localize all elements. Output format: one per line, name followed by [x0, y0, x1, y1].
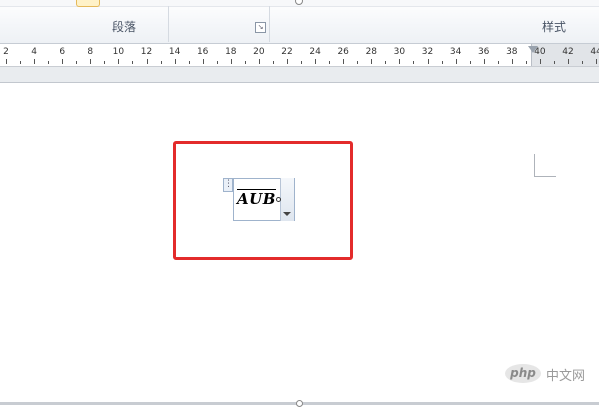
ruler-tick [6, 59, 7, 64]
ruler-label: 16 [196, 47, 209, 57]
ruler-tick [160, 61, 162, 64]
ruler-tick [596, 59, 598, 64]
chevron-down-icon [283, 212, 291, 216]
ruler-tick [62, 59, 64, 64]
ruler-tick [132, 61, 134, 64]
ruler-label: 2 [3, 47, 9, 57]
ruler-tick [301, 61, 303, 64]
ruler-label: 26 [337, 47, 349, 57]
equation-text[interactable]: AUB [237, 190, 276, 208]
ruler-tick [48, 61, 50, 64]
ruler-tick [525, 61, 527, 64]
watermark-text: 中文网 [546, 369, 586, 384]
ruler-tick [188, 61, 190, 64]
ruler-lower-band [0, 67, 599, 83]
ruler-tick [287, 59, 288, 64]
ruler-label: 28 [365, 47, 378, 57]
ruler-scale[interactable]: 2 4 6 8 10 12 14 16 18 20 22 24 26 28 30 32 34 36 38 40 42 44 [0, 44, 599, 67]
php-logo: php [505, 364, 541, 383]
ruler-tick [272, 61, 274, 64]
ruler-label: 30 [393, 47, 406, 57]
ruler-tick [511, 59, 513, 64]
ruler-tick [146, 59, 148, 64]
ruler-tick [258, 59, 260, 64]
ruler-label: 20 [253, 47, 265, 57]
right-indent-marker[interactable] [528, 46, 538, 53]
paragraph-group-label: 段落 [112, 20, 137, 34]
ruler-tick [568, 59, 569, 64]
ruler-label: 10 [112, 47, 125, 57]
ruler-tick [497, 61, 499, 64]
ruler-tick [455, 59, 457, 64]
ruler-tick [399, 59, 401, 64]
ribbon: 段落 ↘ 样式 [0, 0, 599, 44]
window-split-handle-bottom[interactable] [296, 400, 303, 407]
ruler-tick [413, 61, 415, 64]
ruler-label: 22 [281, 47, 293, 57]
ruler-tick [427, 59, 429, 64]
ruler-tick [385, 61, 387, 64]
ruler-label: 18 [225, 47, 237, 57]
ruler-label: 14 [168, 47, 181, 57]
ruler-label: 42 [562, 47, 574, 57]
ruler-tick [90, 59, 92, 64]
ruler-tick [174, 59, 176, 64]
group-separator [168, 6, 169, 42]
ruler-label: 12 [140, 47, 153, 57]
ruler-tick [329, 61, 331, 64]
ruler-tick [343, 59, 345, 64]
ruler-label: 32 [421, 47, 434, 57]
ruler-label: 38 [506, 47, 518, 57]
ruler-label: 44 [590, 47, 599, 57]
ruler-tick [20, 61, 22, 64]
ruler-tick [315, 59, 317, 64]
ruler-label: 34 [449, 47, 462, 57]
styles-group-label: 样式 [542, 20, 567, 34]
equation-cursor [276, 197, 281, 202]
page-corner-mark [534, 176, 556, 177]
ruler-tick [483, 59, 485, 64]
page-corner-mark [534, 154, 535, 176]
horizontal-ruler[interactable]: 2 4 6 8 10 12 14 16 18 20 22 24 26 28 30 32 34 36 38 40 42 44 [0, 44, 599, 83]
vertical-dots-icon[interactable]: ⋮ [223, 178, 233, 192]
ruler-tick [539, 59, 541, 64]
ruler-tick [469, 61, 471, 64]
ruler-label: 4 [31, 47, 37, 57]
ruler-tick [76, 61, 78, 64]
ruler-label: 36 [477, 47, 490, 57]
ruler-tick [582, 61, 584, 64]
ruler-tick [371, 59, 373, 64]
ruler-tick [357, 61, 359, 64]
ruler-tick [202, 59, 204, 64]
ruler-label: 6 [59, 47, 66, 57]
ruler-tick [553, 61, 555, 64]
ruler-tick [118, 59, 120, 64]
ruler-tick [230, 59, 232, 64]
ruler-label: 8 [87, 47, 94, 57]
dialog-launcher-icon[interactable]: ↘ [255, 22, 266, 33]
ruler-tick [244, 61, 246, 64]
ruler-tick [441, 61, 443, 64]
ribbon-active-button[interactable] [76, 0, 100, 7]
group-separator [269, 6, 270, 42]
ruler-label: 24 [309, 47, 321, 57]
ruler-tick [216, 61, 218, 64]
ruler-tick [34, 59, 36, 64]
ruler-tick [104, 61, 106, 64]
